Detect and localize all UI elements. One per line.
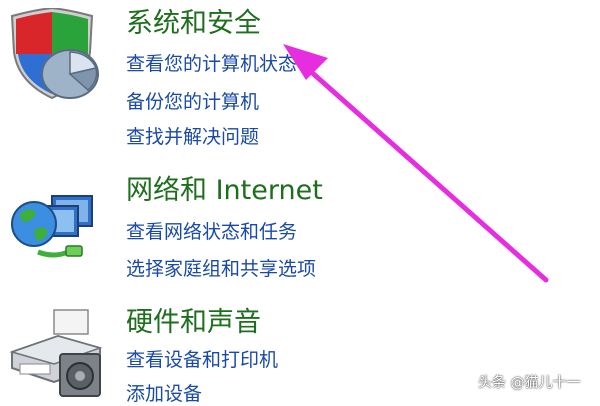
category-title-system-security[interactable]: 系统和安全 (126, 7, 261, 41)
link-view-computer-status[interactable]: 查看您的计算机状态 (126, 52, 297, 76)
printer-speaker-icon[interactable] (8, 306, 104, 398)
category-title-network-internet[interactable]: 网络和 Internet (126, 174, 323, 208)
shield-icon[interactable] (8, 8, 100, 104)
category-title-hardware-sound[interactable]: 硬件和声音 (126, 306, 261, 340)
watermark: 头条 @猫儿十一 (478, 375, 581, 391)
link-homegroup-sharing[interactable]: 选择家庭组和共享选项 (126, 257, 316, 281)
category-network-internet: 网络和 Internet 查看网络状态和任务 选择家庭组和共享选项 (0, 170, 600, 290)
link-find-fix-problems[interactable]: 查找并解决问题 (126, 125, 259, 149)
link-backup-computer[interactable]: 备份您的计算机 (126, 90, 259, 114)
category-system-security: 系统和安全 查看您的计算机状态 备份您的计算机 查找并解决问题 (0, 0, 600, 160)
link-view-devices-printers[interactable]: 查看设备和打印机 (126, 348, 278, 372)
link-add-device[interactable]: 添加设备 (126, 382, 202, 406)
link-view-network-status[interactable]: 查看网络状态和任务 (126, 220, 297, 244)
network-globe-icon[interactable] (8, 182, 104, 272)
